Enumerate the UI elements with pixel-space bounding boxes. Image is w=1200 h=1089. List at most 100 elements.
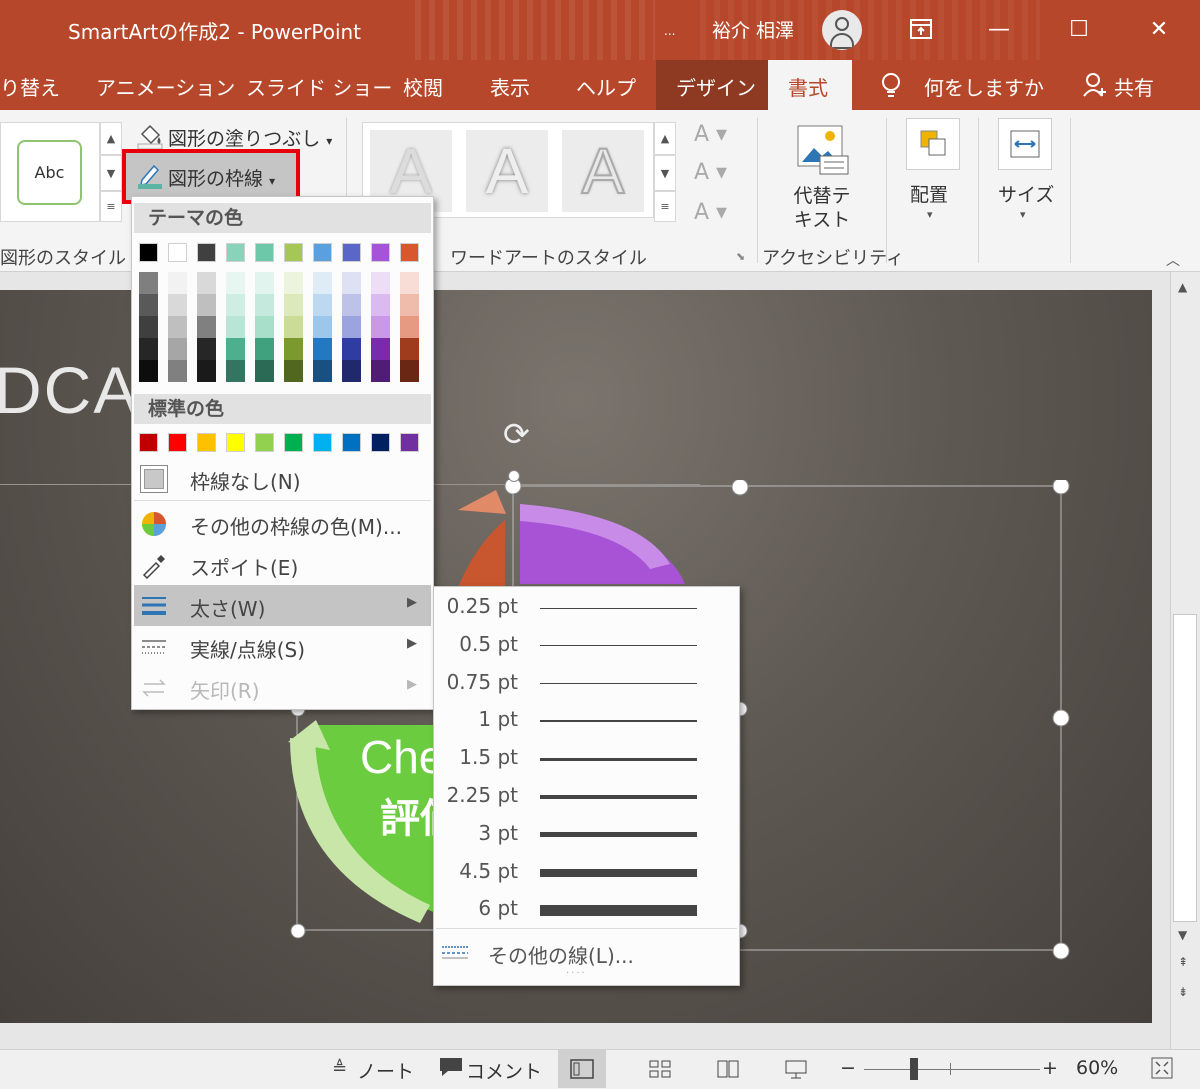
arrange-label[interactable]: 配置: [910, 180, 948, 207]
fit-slide-icon[interactable]: [1150, 1056, 1174, 1084]
theme-shade-swatch[interactable]: [168, 272, 187, 294]
slide-sorter-button[interactable]: [642, 1054, 678, 1084]
theme-shade-swatch[interactable]: [197, 294, 216, 316]
theme-shade-swatch[interactable]: [371, 294, 390, 316]
tell-me-search[interactable]: 何をしますか: [924, 72, 1044, 101]
theme-shade-swatch[interactable]: [139, 316, 158, 338]
normal-view-button[interactable]: [558, 1050, 606, 1088]
gallery-scroll-up[interactable]: ▲: [100, 122, 122, 155]
gallery-scroll-down[interactable]: ▼: [100, 155, 122, 191]
minimize-button[interactable]: —: [960, 0, 1038, 58]
resize-handle[interactable]: [508, 470, 520, 482]
theme-shade-swatch[interactable]: [284, 360, 303, 382]
smartart-text-check[interactable]: Che: [360, 730, 444, 784]
theme-shade-swatch[interactable]: [342, 272, 361, 294]
theme-shade-swatch[interactable]: [226, 272, 245, 294]
theme-shade-swatch[interactable]: [313, 316, 332, 338]
shape-style-preset[interactable]: Abc: [17, 140, 82, 205]
zoom-in-button[interactable]: +: [1042, 1057, 1058, 1079]
tab-design[interactable]: デザイン: [676, 72, 756, 101]
theme-shade-swatch[interactable]: [255, 338, 274, 360]
more-outline-colors-item[interactable]: その他の枠線の色(M)...: [134, 503, 431, 544]
tab-transitions[interactable]: り替え: [0, 72, 60, 101]
theme-shade-swatch[interactable]: [197, 338, 216, 360]
next-slide-icon[interactable]: ⇟: [1178, 985, 1188, 999]
theme-shade-swatch[interactable]: [168, 338, 187, 360]
theme-shade-swatch[interactable]: [226, 360, 245, 382]
notes-button[interactable]: ノート: [357, 1057, 414, 1084]
ribbon-display-options-button[interactable]: [882, 0, 960, 58]
zoom-level[interactable]: 60%: [1076, 1057, 1118, 1079]
theme-shade-swatch[interactable]: [197, 360, 216, 382]
theme-shade-swatch[interactable]: [197, 272, 216, 294]
theme-shade-swatch[interactable]: [255, 316, 274, 338]
theme-shade-swatch[interactable]: [371, 316, 390, 338]
resize-handle[interactable]: [1052, 709, 1070, 727]
resize-handle[interactable]: [1052, 480, 1070, 495]
tab-review[interactable]: 校閲: [403, 72, 443, 101]
theme-shade-swatch[interactable]: [197, 316, 216, 338]
rotate-handle-icon[interactable]: ⟳: [503, 415, 530, 453]
theme-shade-swatch[interactable]: [284, 338, 303, 360]
dialog-launcher-icon[interactable]: ⬊: [736, 250, 745, 263]
standard-color-swatch[interactable]: [168, 433, 187, 452]
user-name[interactable]: 裕介 相澤: [712, 16, 794, 43]
theme-shade-swatch[interactable]: [313, 294, 332, 316]
theme-shade-swatch[interactable]: [400, 360, 419, 382]
theme-shade-swatch[interactable]: [226, 338, 245, 360]
dashes-item[interactable]: 実線/点線(S) ▶: [134, 626, 431, 667]
theme-color-swatch[interactable]: [284, 243, 303, 262]
share-button[interactable]: 共有: [1114, 72, 1154, 101]
theme-color-swatch[interactable]: [168, 243, 187, 262]
theme-shade-swatch[interactable]: [284, 272, 303, 294]
resize-handle[interactable]: [504, 480, 522, 495]
wordart-scroll-up[interactable]: ▲: [654, 122, 676, 155]
comments-button[interactable]: コメント: [466, 1057, 542, 1084]
scrollbar-thumb[interactable]: [1173, 614, 1197, 922]
resize-handle[interactable]: [290, 923, 306, 939]
standard-color-swatch[interactable]: [255, 433, 274, 452]
wordart-scroll-down[interactable]: ▼: [654, 155, 676, 191]
theme-color-swatch[interactable]: [342, 243, 361, 262]
theme-shade-swatch[interactable]: [226, 294, 245, 316]
resize-grip-icon[interactable]: ····: [566, 968, 587, 979]
theme-shade-swatch[interactable]: [371, 360, 390, 382]
standard-color-swatch[interactable]: [139, 433, 158, 452]
text-effects-button[interactable]: A ▾: [694, 200, 727, 225]
theme-shade-swatch[interactable]: [313, 272, 332, 294]
standard-color-swatch[interactable]: [371, 433, 390, 452]
eyedropper-item[interactable]: スポイト(E): [134, 544, 431, 585]
theme-shade-swatch[interactable]: [168, 360, 187, 382]
close-button[interactable]: ✕: [1120, 0, 1198, 58]
theme-shade-swatch[interactable]: [342, 338, 361, 360]
previous-slide-icon[interactable]: ⇞: [1178, 955, 1188, 969]
theme-shade-swatch[interactable]: [313, 360, 332, 382]
tab-help[interactable]: ヘルプ: [576, 72, 636, 101]
tab-animations[interactable]: アニメーション: [96, 72, 235, 101]
text-fill-button[interactable]: A ▾: [694, 122, 727, 147]
theme-shade-swatch[interactable]: [400, 338, 419, 360]
theme-shade-swatch[interactable]: [139, 360, 158, 382]
theme-shade-swatch[interactable]: [255, 294, 274, 316]
theme-color-swatch[interactable]: [197, 243, 216, 262]
shape-fill-button[interactable]: 図形の塗りつぶし ▾: [168, 124, 332, 151]
alt-text-button[interactable]: [790, 122, 850, 184]
reading-view-button[interactable]: [710, 1054, 746, 1084]
theme-shade-swatch[interactable]: [313, 338, 332, 360]
weight-item[interactable]: 太さ(W) ▶: [134, 585, 431, 626]
standard-color-swatch[interactable]: [313, 433, 332, 452]
size-label[interactable]: サイズ: [998, 180, 1054, 207]
standard-color-swatch[interactable]: [284, 433, 303, 452]
standard-color-swatch[interactable]: [226, 433, 245, 452]
theme-shade-swatch[interactable]: [342, 294, 361, 316]
theme-shade-swatch[interactable]: [284, 316, 303, 338]
theme-shade-swatch[interactable]: [139, 338, 158, 360]
theme-color-swatch[interactable]: [313, 243, 332, 262]
gallery-more-button[interactable]: ≡: [100, 191, 122, 222]
text-outline-button[interactable]: A ▾: [694, 160, 727, 185]
no-outline-item[interactable]: 枠線なし(N): [134, 458, 431, 499]
standard-color-swatch[interactable]: [342, 433, 361, 452]
resize-handle[interactable]: [731, 480, 749, 496]
tab-slideshow[interactable]: スライド ショー: [246, 72, 392, 101]
theme-shade-swatch[interactable]: [168, 294, 187, 316]
